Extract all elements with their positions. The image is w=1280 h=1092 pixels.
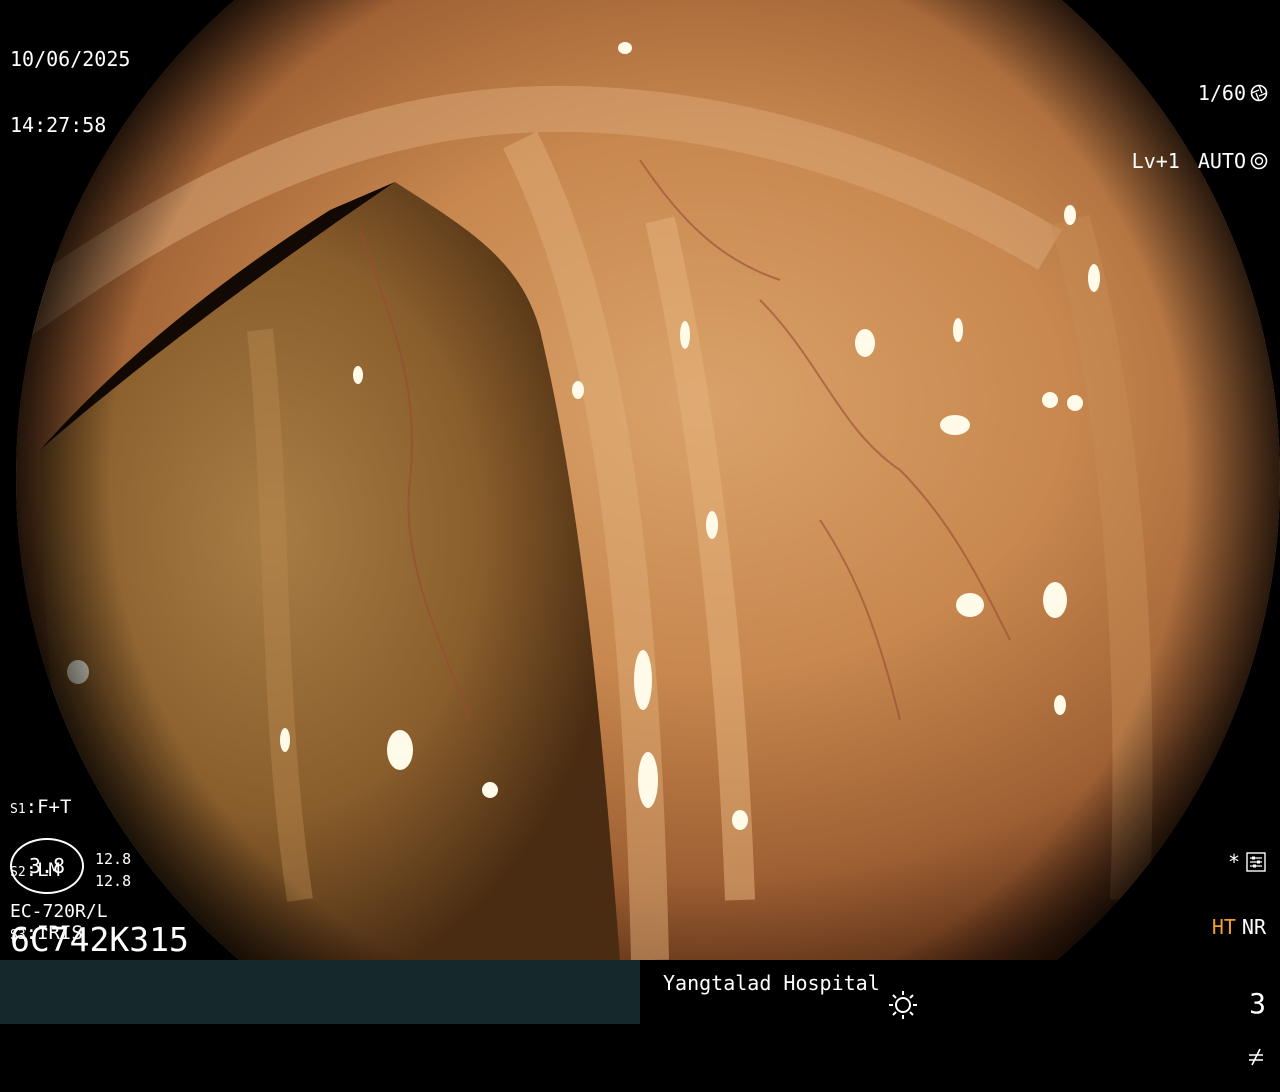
iris-mode-text: AUTO bbox=[1197, 149, 1246, 173]
hospital-name: Yangtalad Hospital bbox=[663, 971, 880, 995]
shutter-icon bbox=[1250, 84, 1268, 102]
scope-value-top: 12.8 bbox=[95, 850, 132, 868]
asterisk-icon: * bbox=[1227, 850, 1240, 874]
processing-panel: * HT NR SE bbox=[1212, 812, 1266, 1092]
datetime-display: 10/06/2025 14:27:58 bbox=[10, 9, 130, 161]
scope-values: 12.8 12.8 bbox=[95, 849, 131, 893]
sun-icon bbox=[889, 991, 917, 1019]
endoscope-viewport bbox=[0, 0, 1280, 960]
ht-nr-row: HT NR bbox=[1212, 917, 1266, 937]
level-row: Lv+1 AUTO bbox=[1132, 151, 1268, 171]
nr-text: NR bbox=[1241, 915, 1266, 939]
s1-row: S1:F+T bbox=[10, 796, 72, 818]
scope-indicator: 3.8 12.8 12.8 bbox=[10, 838, 140, 898]
magnification-circle: 3.8 bbox=[10, 838, 84, 894]
page-number: 3 bbox=[1249, 987, 1266, 1020]
iris-icon bbox=[1250, 152, 1268, 170]
footer-bar: Yangtalad Hospital 3 bbox=[0, 960, 1280, 1024]
sharpness-row bbox=[1212, 1047, 1266, 1067]
footer-left-panel bbox=[0, 960, 640, 1024]
model-text: EC-720R/L bbox=[10, 901, 108, 922]
sharpness-icon bbox=[1249, 1048, 1263, 1066]
s1-value: F+T bbox=[37, 796, 72, 818]
shutter-text: 1/60 bbox=[1197, 81, 1246, 105]
exposure-settings: 1/60 Lv+1 AUTO bbox=[1132, 43, 1268, 199]
ht-text: HT bbox=[1211, 915, 1236, 939]
level-text: Lv+1 bbox=[1131, 149, 1180, 173]
settings-row: * bbox=[1212, 852, 1266, 872]
serial-text: 6C742K315 bbox=[10, 920, 189, 959]
shutter-row: 1/60 bbox=[1132, 83, 1268, 103]
time-text: 14:27:58 bbox=[10, 113, 107, 137]
s1-key: S1 bbox=[10, 802, 26, 817]
scope-value-bottom: 12.8 bbox=[95, 871, 132, 890]
settings-icon bbox=[1246, 852, 1266, 872]
magnification-text: 3.8 bbox=[28, 854, 66, 878]
colon-endoscopy-image bbox=[0, 0, 1280, 960]
date-text: 10/06/2025 bbox=[10, 47, 131, 71]
